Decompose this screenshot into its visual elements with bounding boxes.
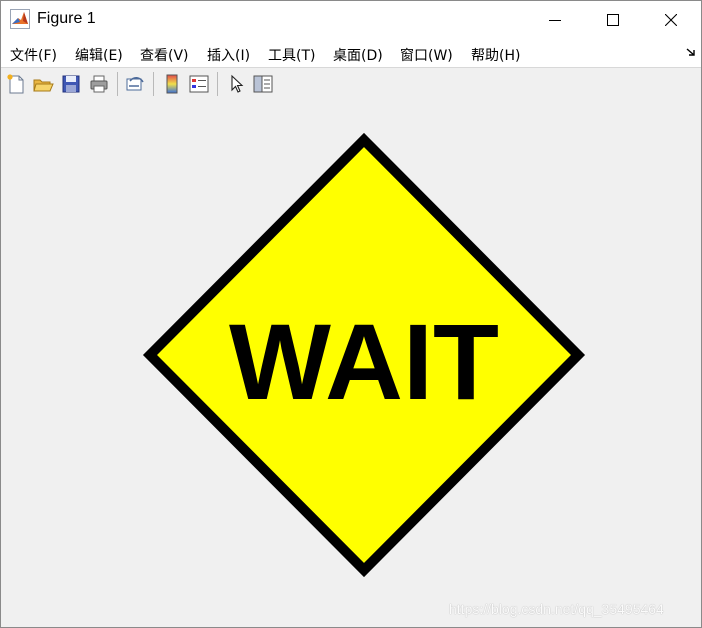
menu-tools[interactable]: 工具(T) <box>268 45 315 65</box>
minimize-icon <box>549 20 561 21</box>
matlab-logo-icon <box>10 9 30 29</box>
sign-text: WAIT <box>229 301 499 422</box>
menu-view[interactable]: 查看(V) <box>140 45 189 65</box>
close-button[interactable] <box>642 1 700 39</box>
watermark-text: https://blog.csdn.net/qq_35495464 <box>449 601 664 617</box>
new-figure-icon[interactable] <box>5 73 27 95</box>
close-icon <box>665 14 677 26</box>
dock-arrow-icon[interactable] <box>686 47 696 57</box>
menu-window[interactable]: 窗口(W) <box>400 45 453 65</box>
save-icon[interactable] <box>60 73 82 95</box>
sign-plot: WAIT <box>142 132 586 578</box>
maximize-icon <box>607 14 619 26</box>
window-title: Figure 1 <box>37 10 96 27</box>
open-file-icon[interactable] <box>32 73 54 95</box>
property-inspector-icon[interactable] <box>252 73 274 95</box>
title-bar[interactable]: Figure 1 <box>1 1 701 39</box>
toolbar-separator <box>153 72 154 96</box>
link-plot-icon[interactable] <box>124 73 146 95</box>
toolbar-separator <box>217 72 218 96</box>
menu-file[interactable]: 文件(F) <box>10 45 57 65</box>
menu-edit[interactable]: 编辑(E) <box>75 45 123 65</box>
print-icon[interactable] <box>88 73 110 95</box>
colorbar-icon[interactable] <box>161 73 183 95</box>
menu-help[interactable]: 帮助(H) <box>471 45 520 65</box>
figure-canvas[interactable]: WAIT <box>1 102 701 627</box>
toolbar-separator <box>117 72 118 96</box>
minimize-button[interactable] <box>526 1 584 39</box>
toolbar <box>1 67 701 103</box>
legend-icon[interactable] <box>188 73 210 95</box>
maximize-button[interactable] <box>584 1 642 39</box>
menu-desktop[interactable]: 桌面(D) <box>333 45 383 65</box>
figure-window: Figure 1 文件(F) 编辑(E) 查看(V) 插入(I) 工具(T) 桌… <box>0 0 702 628</box>
edit-plot-pointer-icon[interactable] <box>226 73 248 95</box>
menu-bar: 文件(F) 编辑(E) 查看(V) 插入(I) 工具(T) 桌面(D) 窗口(W… <box>1 39 701 67</box>
menu-insert[interactable]: 插入(I) <box>207 45 250 65</box>
